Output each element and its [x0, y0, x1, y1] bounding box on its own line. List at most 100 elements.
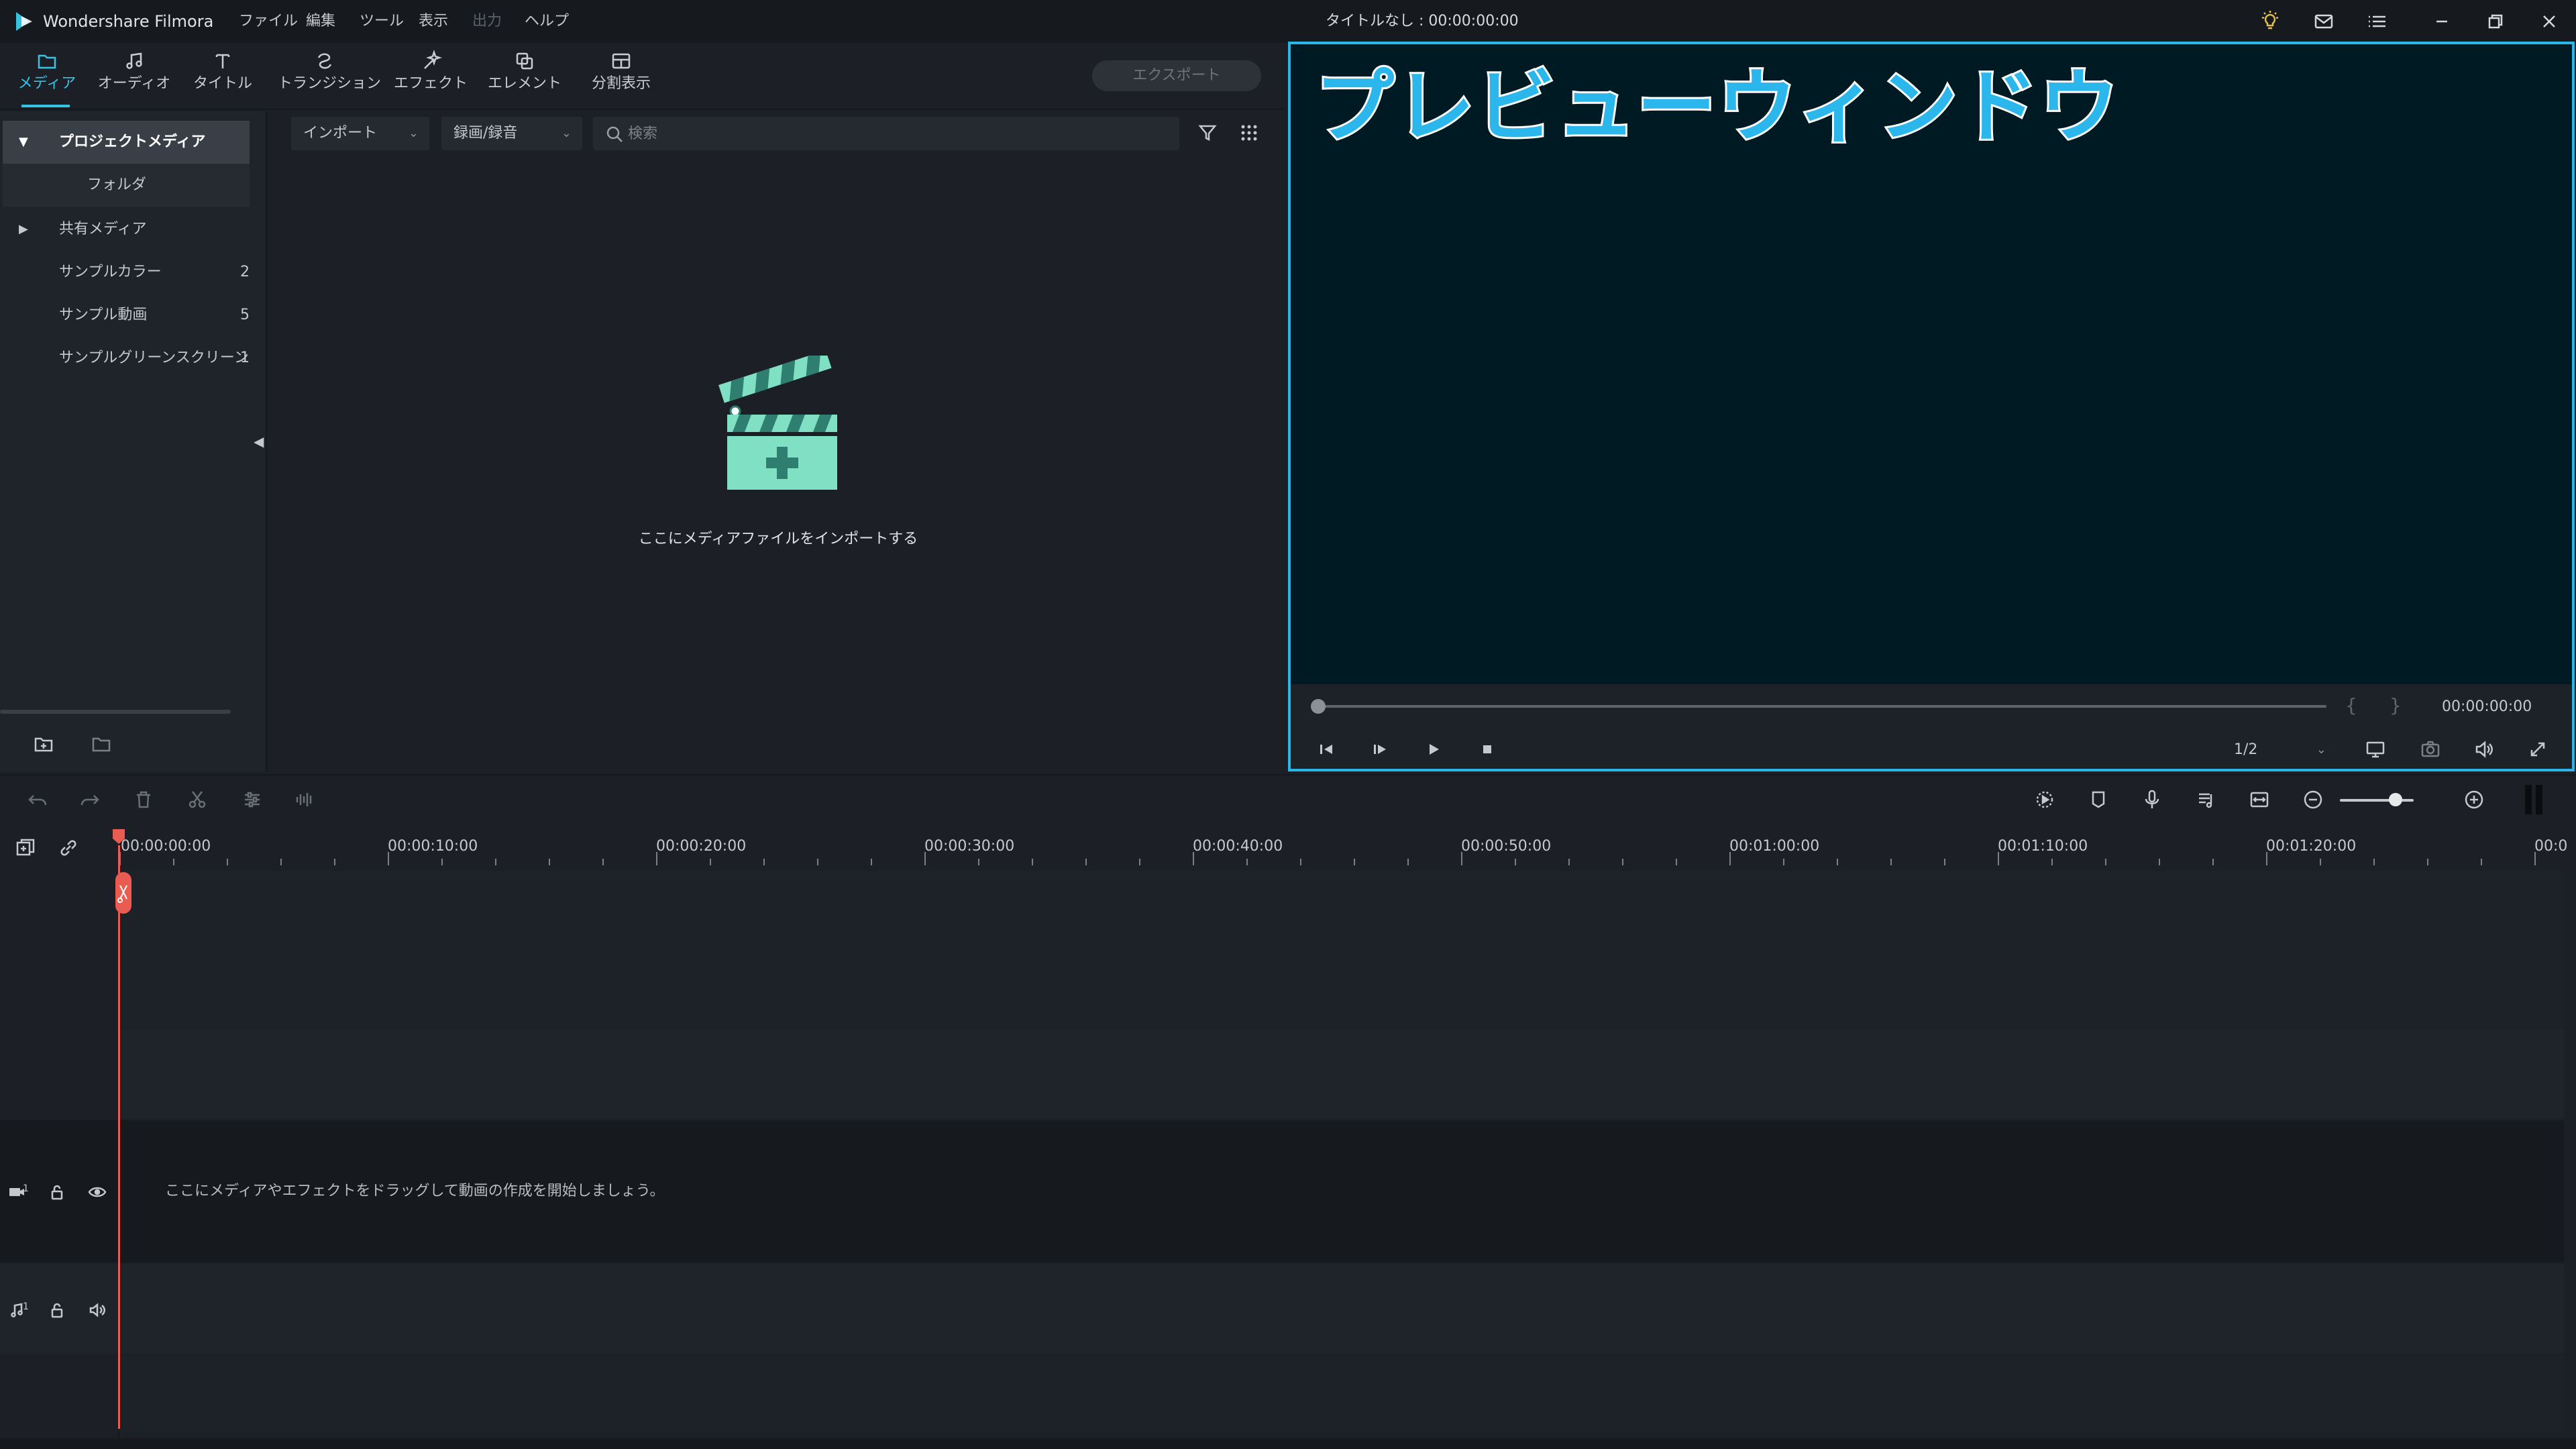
- sidebar-item-label: 共有メディア: [59, 221, 147, 237]
- timeline-scrollbar[interactable]: [0, 1438, 2576, 1449]
- collapse-arrow-icon[interactable]: ▶: [19, 208, 28, 251]
- active-tab-indicator: [21, 105, 70, 107]
- audio-waveform-icon[interactable]: [292, 788, 317, 812]
- scissors-icon[interactable]: [185, 788, 209, 812]
- tab-transition[interactable]: トランジション: [278, 0, 381, 92]
- chevron-down-icon: ⌄: [561, 126, 572, 140]
- tab-audio[interactable]: オーディオ: [87, 0, 181, 92]
- audio-track-1[interactable]: [119, 1264, 2564, 1354]
- playback-quality-select[interactable]: 1/2 ⌄: [2224, 738, 2332, 762]
- sidebar-item-label: プロジェクトメディア: [59, 133, 206, 150]
- link-icon[interactable]: [56, 836, 80, 860]
- play-icon[interactable]: [1422, 738, 1445, 761]
- export-button[interactable]: エクスポート: [1092, 60, 1261, 91]
- zoom-out-icon[interactable]: [2301, 788, 2325, 812]
- sidebar-item-sample-colors[interactable]: サンプルカラー 2: [0, 251, 250, 294]
- preview-timecode: 00:00:00:00: [2442, 698, 2532, 715]
- sidebar-item-sample-greenscreen[interactable]: サンプルグリーンスクリーン 1: [0, 337, 250, 380]
- restore-icon[interactable]: [2483, 9, 2508, 34]
- display-settings-icon[interactable]: [2364, 738, 2387, 761]
- tab-label: エレメント: [487, 75, 561, 92]
- search-input[interactable]: [628, 117, 1165, 150]
- mark-in-button[interactable]: {: [2345, 691, 2357, 720]
- sidebar-item-label: サンプルカラー: [59, 264, 162, 280]
- panel-toggle-icon[interactable]: [2522, 784, 2545, 816]
- import-dropdown[interactable]: インポート ⌄: [291, 117, 429, 150]
- speaker-icon[interactable]: [87, 1300, 107, 1320]
- quality-value: 1/2: [2234, 741, 2258, 758]
- undo-icon[interactable]: [25, 788, 50, 812]
- redo-icon[interactable]: [78, 788, 102, 812]
- item-count: 2: [240, 264, 250, 280]
- mail-icon[interactable]: [2312, 9, 2336, 34]
- sidebar-item-label: サンプル動画: [59, 307, 148, 323]
- delete-icon[interactable]: [131, 788, 156, 812]
- chevron-down-icon: ⌄: [408, 126, 419, 140]
- lock-icon[interactable]: [47, 1182, 67, 1202]
- step-back-icon[interactable]: [1315, 738, 1338, 761]
- sidebar-item-folder[interactable]: フォルダ: [0, 164, 250, 207]
- empty-track-area: [119, 1355, 2564, 1432]
- tab-elements[interactable]: エレメント: [478, 0, 572, 92]
- clapperboard-add-icon[interactable]: [718, 356, 845, 496]
- sidebar-item-sample-video[interactable]: サンプル動画 5: [0, 294, 250, 337]
- record-dropdown-label: 録画/録音: [453, 125, 518, 142]
- stop-icon[interactable]: [1476, 738, 1499, 761]
- mark-out-button[interactable]: }: [2390, 691, 2402, 720]
- marker-icon[interactable]: [2086, 788, 2110, 812]
- search-icon: [605, 125, 624, 144]
- step-forward-icon[interactable]: [1368, 738, 1391, 761]
- tab-split-screen[interactable]: 分割表示: [574, 0, 668, 92]
- grid-view-icon[interactable]: [1237, 121, 1261, 145]
- sidebar-collapse-icon[interactable]: ◀: [254, 433, 264, 449]
- item-count: 5: [240, 307, 250, 323]
- snapshot-camera-icon[interactable]: [2419, 738, 2442, 761]
- tab-label: トランジション: [278, 75, 382, 92]
- sidebar-item-label: フォルダ: [87, 176, 147, 193]
- record-dropdown[interactable]: 録画/録音 ⌄: [441, 117, 582, 150]
- text-icon: [211, 50, 234, 72]
- playhead[interactable]: [118, 845, 120, 1429]
- preview-scrub-knob[interactable]: [1311, 699, 1326, 714]
- sidebar-item-label: サンプルグリーンスクリーン: [59, 350, 249, 366]
- import-dropdown-label: インポート: [303, 125, 378, 142]
- zoom-slider[interactable]: [2340, 799, 2414, 802]
- tab-label: エフェクト: [393, 75, 468, 92]
- lock-icon[interactable]: [47, 1300, 67, 1320]
- adjust-icon[interactable]: [240, 788, 264, 812]
- bulb-icon[interactable]: [2258, 9, 2282, 34]
- zoom-in-icon[interactable]: [2462, 788, 2486, 812]
- sidebar-item-shared-media[interactable]: ▶ 共有メディア: [0, 208, 250, 251]
- tab-effects[interactable]: エフェクト: [384, 0, 478, 92]
- document-title: タイトルなし : 00:00:00:00: [1326, 13, 1519, 30]
- split-screen-icon: [610, 50, 633, 72]
- filter-icon[interactable]: [1195, 121, 1220, 145]
- sidebar-scrollbar[interactable]: [0, 710, 231, 714]
- fit-timeline-icon[interactable]: [2247, 788, 2271, 812]
- close-icon[interactable]: [2537, 9, 2561, 34]
- list-icon[interactable]: [2365, 9, 2390, 34]
- expand-arrow-icon[interactable]: ▼: [19, 121, 28, 164]
- preview-scrub-bar[interactable]: [1319, 705, 2326, 708]
- ruler-ticks: [119, 852, 2536, 865]
- new-folder-icon[interactable]: [32, 733, 55, 755]
- add-track-icon[interactable]: [13, 836, 38, 860]
- playhead-split-icon[interactable]: [114, 871, 133, 915]
- audio-mixer-icon[interactable]: [2194, 788, 2218, 812]
- zoom-slider-knob[interactable]: [2388, 793, 2402, 806]
- item-count: 1: [240, 350, 250, 366]
- fullscreen-icon[interactable]: [2526, 738, 2549, 761]
- volume-icon[interactable]: [2473, 738, 2496, 761]
- playhead-marker-icon[interactable]: [111, 828, 126, 845]
- render-preview-icon[interactable]: [2033, 788, 2057, 812]
- tab-label: メディア: [17, 75, 76, 92]
- empty-track-area: [119, 1029, 2564, 1119]
- effects-icon: [419, 50, 442, 72]
- tab-title[interactable]: タイトル: [176, 0, 270, 92]
- eye-icon[interactable]: [87, 1182, 107, 1202]
- tab-media[interactable]: メディア: [0, 0, 94, 92]
- microphone-icon[interactable]: [2140, 788, 2164, 812]
- folder-outline-icon[interactable]: [90, 733, 113, 755]
- minimize-icon[interactable]: [2430, 9, 2454, 34]
- sidebar-item-project-media[interactable]: ▼ プロジェクトメディア: [3, 121, 250, 164]
